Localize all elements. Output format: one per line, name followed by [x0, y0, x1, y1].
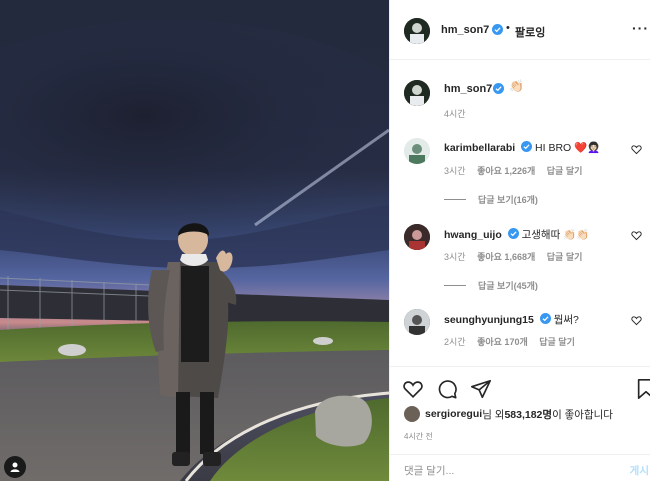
post-header: hm_son7 • 팔로잉 ··· [390, 0, 650, 60]
post-image [0, 0, 389, 481]
comment-like-heart-icon[interactable] [631, 315, 642, 326]
author-avatar[interactable] [404, 18, 430, 44]
user-tag-icon[interactable] [4, 456, 26, 478]
commenter-username[interactable]: seunghyunjung15 [444, 314, 534, 326]
comment-like-heart-icon[interactable] [631, 230, 642, 241]
view-replies-button[interactable]: 답글 보기(16개) [444, 193, 538, 206]
verified-badge-icon [507, 228, 519, 239]
commenter-avatar[interactable] [404, 138, 430, 164]
commenter-username[interactable]: karimbellarabi [444, 142, 515, 154]
verified-badge-icon [492, 24, 503, 35]
comment-input[interactable]: 댓글 달기... [404, 463, 454, 478]
comment-form: 댓글 달기... 게시 [390, 454, 650, 481]
likes-text-mid: 님 외 [482, 408, 505, 421]
bookmark-icon[interactable] [635, 378, 650, 400]
caption-text: 👏🏻 [509, 79, 524, 93]
more-options-icon[interactable]: ··· [632, 20, 649, 36]
likes-summary[interactable]: sergioregui 님 외 583,182명 이 좋아합니다 [404, 406, 613, 422]
liker-username[interactable]: sergioregui [425, 408, 482, 420]
view-replies-label: 답글 보기(45개) [478, 281, 538, 291]
comment-likes[interactable]: 좋아요 170개 [477, 337, 528, 347]
share-icon[interactable] [470, 378, 492, 400]
caption-time[interactable]: 4시간 [444, 107, 466, 120]
likes-count[interactable]: 583,182명 [504, 407, 552, 422]
comment-like-heart-icon[interactable] [631, 144, 642, 155]
liker-avatar[interactable] [404, 406, 420, 422]
verified-badge-icon [493, 83, 504, 94]
verified-badge-icon [521, 141, 533, 152]
commenter-avatar[interactable] [404, 224, 430, 250]
post-timestamp[interactable]: 4시간 전 [404, 431, 433, 442]
comment-likes[interactable]: 좋아요 1,226개 [477, 166, 535, 176]
comment-time[interactable]: 3시간 [444, 166, 466, 176]
comment-text: 뭡써? [553, 314, 579, 326]
view-replies-button[interactable]: 답글 보기(45개) [444, 279, 538, 292]
view-replies-label: 답글 보기(16개) [478, 195, 538, 205]
post-photo[interactable] [0, 0, 389, 481]
comment-text: 고생해따 👏🏻👏🏻 [521, 229, 590, 241]
comment-likes[interactable]: 좋아요 1,668개 [477, 252, 535, 262]
author-username[interactable]: hm_son7 [441, 24, 489, 36]
comment-body: karimbellarabi HI BRO ❤️👩🏻‍🦱 [444, 141, 600, 154]
verified-badge-icon [539, 313, 551, 324]
caption-username[interactable]: hm_son7 [444, 83, 492, 95]
comment-time[interactable]: 3시간 [444, 252, 466, 262]
comment-time[interactable]: 2시간 [444, 337, 466, 347]
comment-text: HI BRO ❤️👩🏻‍🦱 [535, 142, 601, 154]
caption-avatar[interactable] [404, 80, 430, 106]
post-actions [390, 366, 650, 410]
replies-divider [444, 199, 466, 200]
following-button[interactable]: 팔로잉 [515, 24, 545, 40]
comment-meta: 3시간 좋아요 1,668개 답글 달기 [444, 250, 591, 263]
comment-body: seunghyunjung15 뭡써? [444, 312, 579, 327]
comment-icon[interactable] [436, 378, 458, 400]
post-sidebar: hm_son7 • 팔로잉 ··· hm_son7 👏🏻 4시간 karimbe… [389, 0, 650, 481]
reply-button[interactable]: 답글 달기 [547, 252, 583, 262]
likes-text-end: 이 좋아합니다 [552, 408, 613, 421]
post-comment-button[interactable]: 게시 [630, 463, 649, 478]
comment-body: hwang_uijo 고생해따 👏🏻👏🏻 [444, 227, 589, 242]
reply-button[interactable]: 답글 달기 [539, 337, 575, 347]
reply-button[interactable]: 답글 달기 [547, 166, 583, 176]
replies-divider [444, 285, 466, 286]
separator-dot: • [506, 22, 510, 34]
heart-icon[interactable] [402, 378, 424, 400]
comment-meta: 3시간 좋아요 1,226개 답글 달기 [444, 164, 591, 177]
comment-meta: 2시간 좋아요 170개 답글 달기 [444, 335, 584, 348]
commenter-username[interactable]: hwang_uijo [444, 229, 502, 241]
commenter-avatar[interactable] [404, 309, 430, 335]
